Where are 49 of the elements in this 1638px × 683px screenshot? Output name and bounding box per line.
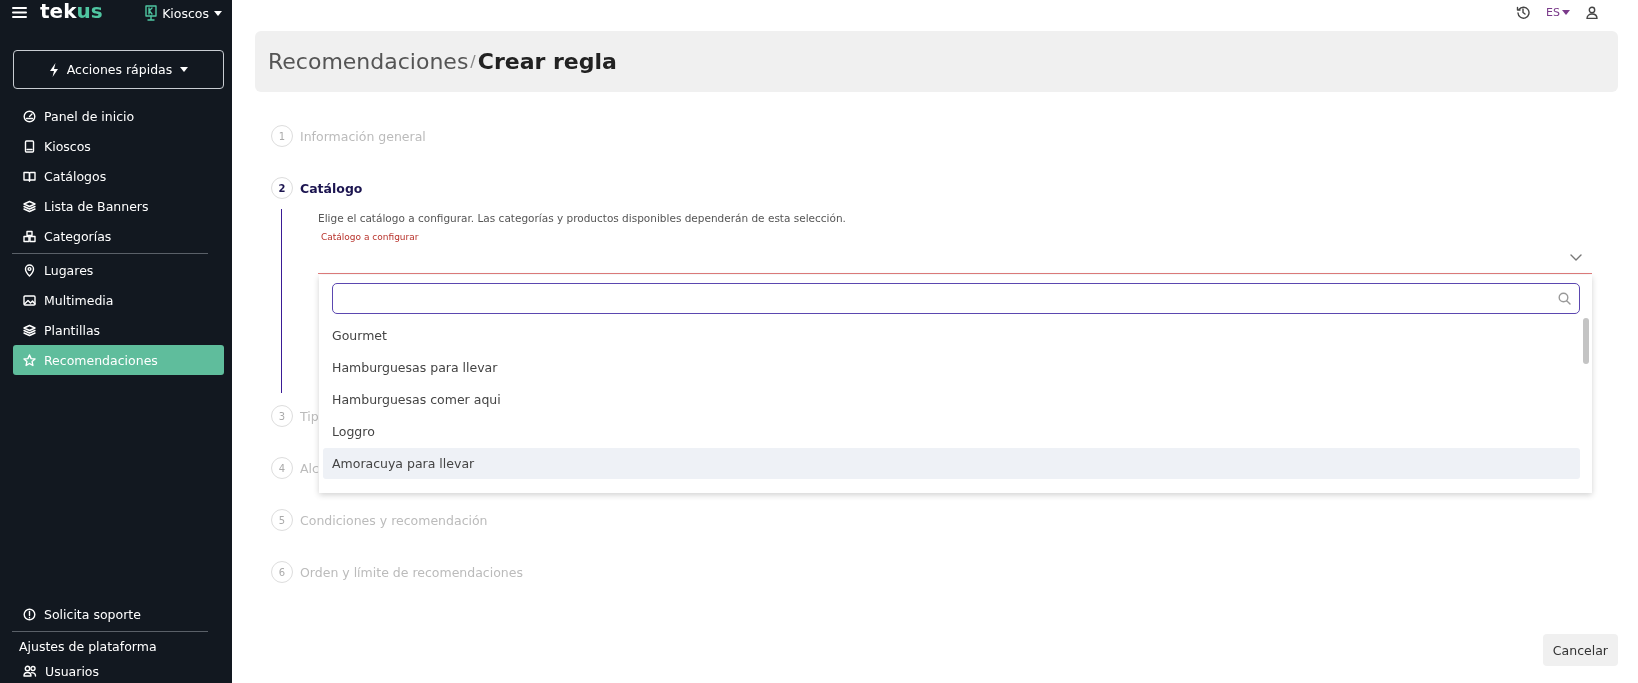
breadcrumb-separator: / — [470, 52, 476, 71]
sidebar-item[interactable]: Panel de inicio — [13, 101, 224, 131]
dropdown-option[interactable]: Hamburguesas comer aqui — [323, 384, 1580, 415]
logo: tekus — [40, 0, 103, 22]
sidebar-item[interactable]: Catálogos — [13, 161, 224, 191]
layers-icon — [23, 199, 36, 213]
sidebar-item[interactable]: Usuarios — [13, 659, 224, 683]
star-icon — [23, 353, 36, 367]
dropdown-option[interactable]: Gourmet — [323, 320, 1580, 351]
dropdown-option[interactable]: Loggro — [323, 416, 1580, 447]
caret-icon — [180, 67, 189, 72]
workspace-selector[interactable]: Kioscos — [145, 5, 222, 21]
cancel-button[interactable]: Cancelar — [1542, 634, 1618, 666]
breadcrumb-link[interactable]: Recomendaciones — [268, 49, 469, 74]
tablet-icon — [23, 139, 36, 153]
scrollbar-thumb[interactable] — [1583, 318, 1589, 364]
dropdown-option[interactable]: Amoracuya para llevar — [323, 448, 1580, 479]
sidebar-item[interactable]: Categorías — [13, 221, 224, 251]
gauge-icon — [23, 109, 36, 123]
step-description: Elige el catálogo a configurar. Las categorías y productos disponibles dependerán de esta selección. — [318, 212, 847, 224]
layers-icon — [23, 323, 36, 337]
page-title: Crear regla — [477, 49, 617, 74]
quick-actions-button[interactable]: Acciones rápidas — [13, 50, 224, 89]
caret-icon — [214, 10, 222, 16]
caret-icon — [1562, 9, 1570, 15]
field-label: Catálogo a configurar — [321, 232, 420, 242]
search-icon — [1558, 292, 1571, 305]
book-icon — [23, 169, 36, 183]
map-pin-icon — [23, 263, 36, 277]
sidebar-item[interactable]: Lugares — [13, 255, 224, 285]
users-icon — [23, 665, 37, 677]
boxes-icon — [23, 229, 36, 243]
language-selector[interactable]: ES — [1546, 5, 1570, 19]
image-icon — [23, 293, 36, 307]
sidebar-item[interactable]: Kioscos — [13, 131, 224, 161]
search-field[interactable] — [332, 283, 1580, 314]
sidebar-item[interactable]: Multimedia — [13, 285, 224, 315]
history-icon[interactable] — [1516, 5, 1531, 19]
dropdown-option[interactable]: Hamburguesas para llevar — [323, 352, 1580, 383]
section-heading: Ajustes de plataforma — [18, 637, 158, 656]
lightning-icon — [48, 62, 59, 77]
monitor-icon — [145, 5, 158, 21]
step-title[interactable]: Catálogo — [300, 180, 363, 196]
menu-icon[interactable] — [12, 5, 27, 19]
chevron-down-icon — [1570, 254, 1582, 261]
sidebar-item[interactable]: Lista de Banners — [13, 191, 224, 221]
sidebar-item[interactable]: Solicita soporte — [13, 599, 224, 629]
user-icon[interactable] — [1586, 5, 1598, 19]
sidebar-item[interactable]: Plantillas — [13, 315, 224, 345]
